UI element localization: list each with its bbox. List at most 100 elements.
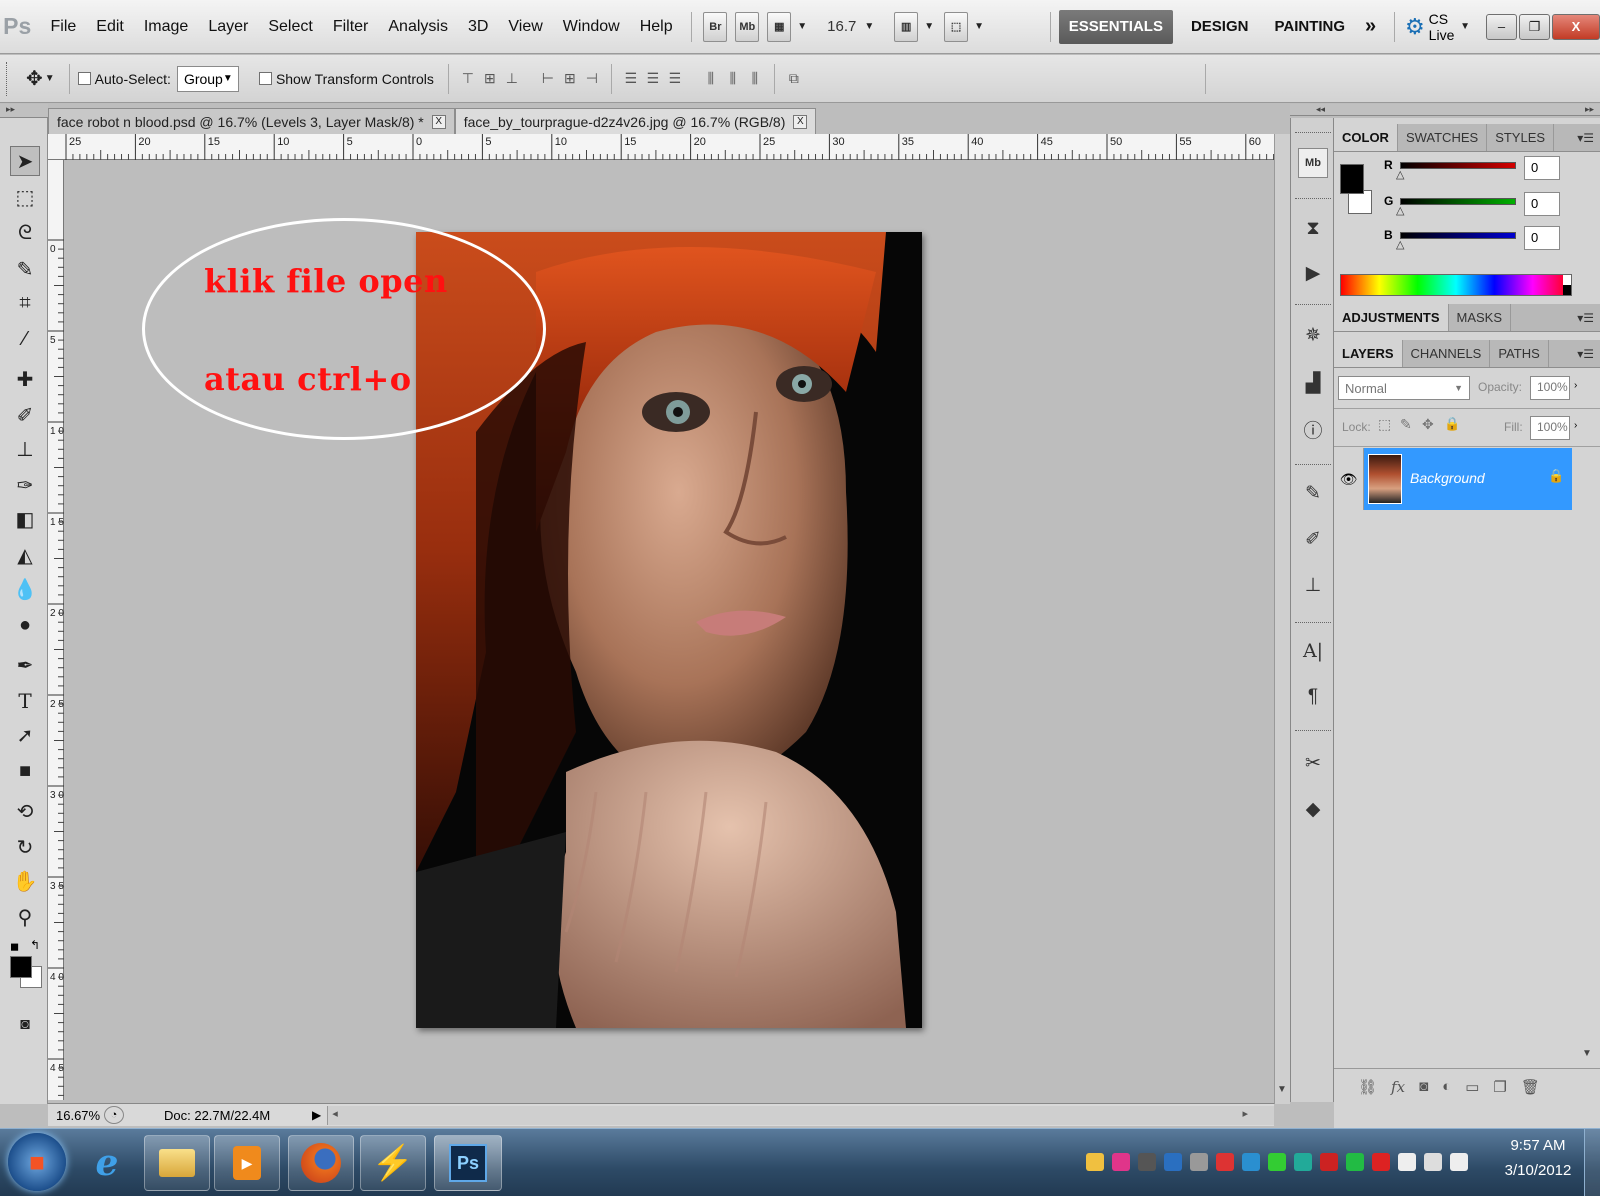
chevron-right-icon[interactable]: › — [1574, 420, 1577, 431]
tab-styles[interactable]: STYLES — [1487, 124, 1555, 151]
slider-thumb-icon[interactable]: △ — [1396, 168, 1404, 181]
chevron-down-icon[interactable]: ▼ — [45, 73, 55, 84]
arrange-documents-button[interactable]: ▥ — [894, 11, 919, 42]
clone-source-icon[interactable]: ⊥ — [1298, 570, 1328, 600]
histogram-icon[interactable]: ▟ — [1298, 368, 1328, 398]
channel-g-slider[interactable] — [1400, 198, 1516, 205]
tray-app-icon[interactable] — [1398, 1153, 1416, 1171]
mini-bridge-icon[interactable]: Mb — [1298, 148, 1328, 178]
rectangle-tool-icon[interactable]: ■ — [10, 756, 40, 786]
align-right-icon[interactable]: ⊣ — [581, 68, 603, 90]
tray-app-icon[interactable] — [1112, 1153, 1130, 1171]
tray-app-icon[interactable] — [1346, 1153, 1364, 1171]
restore-button[interactable]: ❐ — [1519, 13, 1551, 40]
menu-3d[interactable]: 3D — [458, 18, 498, 36]
panel-menu-icon[interactable]: ▾☰ — [1571, 124, 1600, 151]
distribute-bottom-icon[interactable]: ☰ — [664, 68, 686, 90]
quick-mask-icon[interactable]: ◙ — [10, 1010, 40, 1040]
horizontal-ruler[interactable]: 25 20 15 10 5 0 5 10 15 20 25 30 35 40 45 50 55 60 — [62, 134, 1275, 160]
3d-rotate-tool-icon[interactable]: ⟲ — [10, 796, 40, 826]
chevron-right-icon[interactable]: › — [1574, 380, 1577, 391]
cs-live-button[interactable]: ⚙ CS Live ▼ — [1405, 11, 1476, 43]
show-transform-checkbox[interactable] — [258, 72, 272, 85]
workspace-more-button[interactable]: » — [1355, 10, 1386, 44]
history-icon[interactable]: ⧗ — [1298, 214, 1328, 244]
tab-swatches[interactable]: SWATCHES — [1398, 124, 1488, 151]
clone-stamp-tool-icon[interactable]: ⊥ — [10, 434, 40, 464]
dodge-tool-icon[interactable]: ● — [10, 610, 40, 640]
internet-explorer-icon[interactable]: e — [74, 1135, 140, 1191]
vertical-scrollbar[interactable]: ▼ — [1274, 134, 1290, 1104]
menu-file[interactable]: File — [40, 18, 86, 36]
slider-thumb-icon[interactable]: △ — [1396, 238, 1404, 251]
trash-icon[interactable]: 🗑 — [1521, 1078, 1540, 1096]
chevron-down-icon[interactable]: ▼ — [974, 21, 984, 32]
lock-all-icon[interactable]: 🔒 — [1444, 416, 1460, 432]
chevron-down-icon[interactable]: ▼ — [797, 21, 807, 32]
scroll-down-icon[interactable]: ▼ — [1582, 1048, 1592, 1059]
workspace-essentials[interactable]: ESSENTIALS — [1058, 9, 1173, 44]
link-icon[interactable]: ⛓ — [1358, 1078, 1377, 1096]
brush-tool-icon[interactable]: ✐ — [10, 400, 40, 430]
slider-thumb-icon[interactable]: △ — [1396, 204, 1404, 217]
tab-layers[interactable]: LAYERS — [1334, 340, 1403, 367]
zoom-tool-icon[interactable]: ⚲ — [10, 902, 40, 932]
menu-window[interactable]: Window — [553, 18, 630, 36]
distribute-vcenter-icon[interactable]: ☰ — [642, 68, 664, 90]
menu-view[interactable]: View — [498, 18, 552, 36]
chevron-down-icon[interactable]: ▼ — [864, 21, 874, 32]
new-layer-icon[interactable]: ❐ — [1493, 1078, 1506, 1096]
close-button[interactable]: X — [1552, 13, 1600, 40]
eraser-tool-icon[interactable]: ◧ — [10, 504, 40, 534]
move-tool-icon[interactable]: ➤ — [10, 146, 40, 176]
group-icon[interactable]: ▭ — [1465, 1078, 1479, 1096]
scroll-left-icon[interactable]: ◂ — [332, 1107, 338, 1120]
tray-app-icon[interactable] — [1424, 1153, 1442, 1171]
explorer-icon[interactable] — [144, 1135, 210, 1191]
status-menu-arrow-icon[interactable]: ▶ — [312, 1108, 321, 1122]
color-spectrum-bar[interactable] — [1340, 274, 1572, 296]
photoshop-taskbar-button[interactable]: Ps — [434, 1135, 502, 1191]
scroll-right-icon[interactable]: ▸ — [1242, 1107, 1248, 1120]
menu-layer[interactable]: Layer — [198, 18, 258, 36]
color-fg-swatch[interactable] — [1340, 164, 1364, 194]
info-icon[interactable]: ⓘ — [1298, 414, 1328, 444]
brush-presets-icon[interactable]: ✎ — [1298, 478, 1328, 508]
status-info-icon[interactable]: ◔ — [104, 1106, 124, 1124]
horizontal-scrollbar[interactable]: ◂ ▸ — [327, 1105, 1274, 1125]
distribute-right-icon[interactable]: ⫼ — [744, 68, 766, 90]
bridge-button[interactable]: Br — [703, 11, 728, 42]
toolbox-collapse-bar[interactable]: ▸▸ — [0, 104, 48, 118]
channel-b-slider[interactable] — [1400, 232, 1516, 239]
lock-pixels-icon[interactable]: ✎ — [1400, 416, 1412, 433]
menu-select[interactable]: Select — [258, 18, 322, 36]
tray-app-icon[interactable] — [1086, 1153, 1104, 1171]
tray-app-icon[interactable] — [1268, 1153, 1286, 1171]
history-brush-tool-icon[interactable]: ✑ — [10, 470, 40, 500]
tray-app-icon[interactable] — [1138, 1153, 1156, 1171]
tab-color[interactable]: COLOR — [1334, 124, 1398, 151]
doc-tab-face-robot[interactable]: face robot n blood.psd @ 16.7% (Levels 3… — [48, 108, 455, 134]
lasso-tool-icon[interactable]: ᘓ — [10, 218, 40, 248]
hand-tool-icon[interactable]: ✋ — [10, 866, 40, 896]
tab-masks[interactable]: MASKS — [1449, 304, 1512, 331]
channel-r-value[interactable]: 0 — [1524, 156, 1560, 180]
chevron-down-icon[interactable]: ▼ — [924, 21, 934, 32]
screen-mode-button[interactable]: ⬚ — [944, 11, 969, 42]
distribute-hcenter-icon[interactable]: ⫼ — [722, 68, 744, 90]
workspace-painting[interactable]: PAINTING — [1264, 10, 1355, 44]
show-desktop-button[interactable] — [1584, 1129, 1600, 1196]
fill-input[interactable]: 100% — [1530, 416, 1570, 440]
status-zoom[interactable]: 16.67% — [48, 1108, 100, 1123]
character-icon[interactable]: A| — [1298, 636, 1328, 666]
pen-tool-icon[interactable]: ✒ — [10, 650, 40, 680]
menu-filter[interactable]: Filter — [323, 18, 379, 36]
paint-bucket-tool-icon[interactable]: ◭ — [10, 540, 40, 570]
paragraph-icon[interactable]: ¶ — [1298, 682, 1328, 712]
firefox-icon[interactable] — [288, 1135, 354, 1191]
align-top-icon[interactable]: ⊤ — [457, 68, 479, 90]
menu-analysis[interactable]: Analysis — [378, 18, 458, 36]
align-vcenter-icon[interactable]: ⊞ — [479, 68, 501, 90]
blur-tool-icon[interactable]: 💧 — [10, 574, 40, 604]
panel-menu-icon[interactable]: ▾☰ — [1571, 304, 1600, 331]
